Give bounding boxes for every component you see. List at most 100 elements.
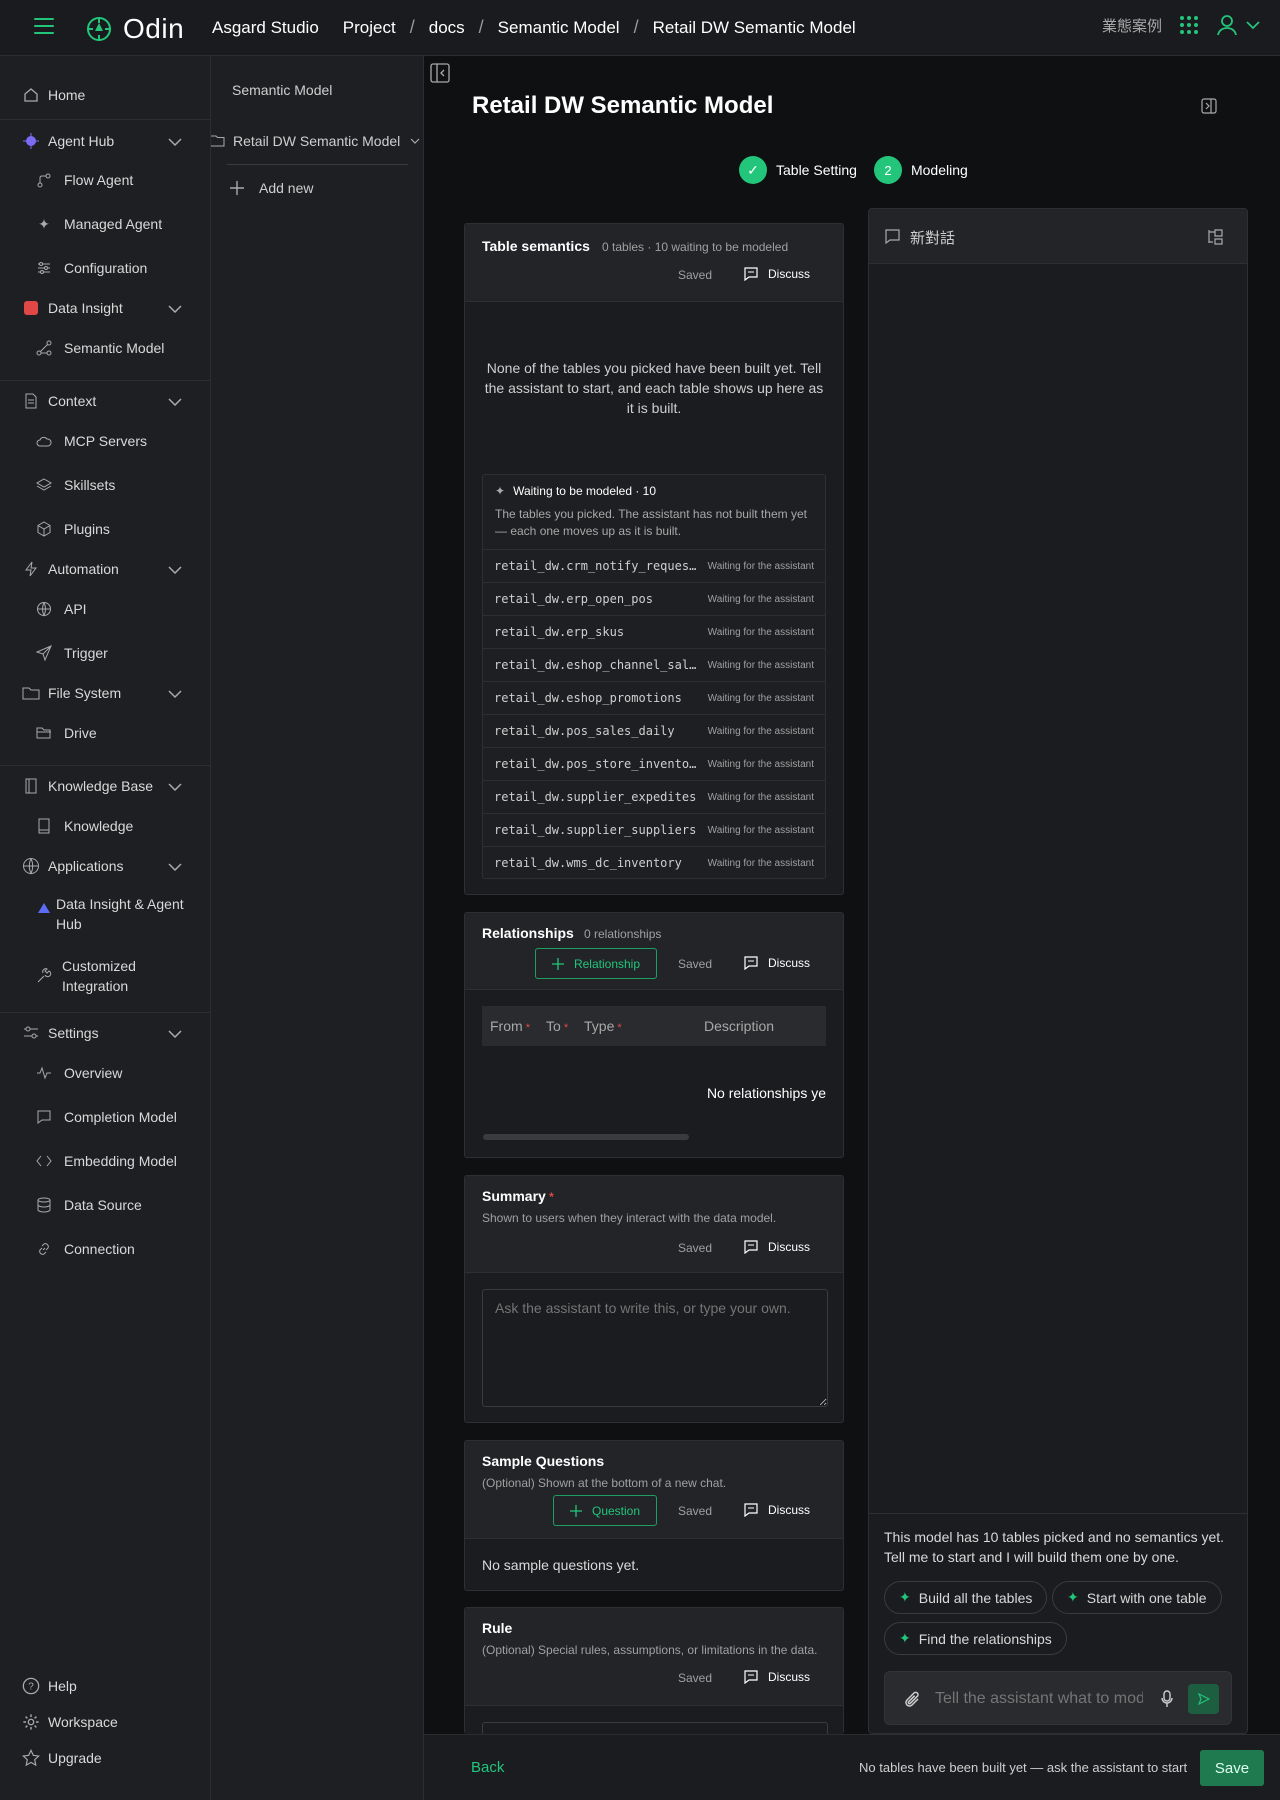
discuss-label: Discuss xyxy=(768,956,811,970)
sidebar-item-customized-integration[interactable]: Customized Integration xyxy=(0,954,211,998)
chip-find-relationships[interactable]: ✦ Find the relationships xyxy=(884,1622,1067,1655)
table-name: retail_dw.crm_notify_requests xyxy=(494,559,699,573)
brand-logo[interactable]: Odin xyxy=(85,13,184,45)
sidebar-item-help[interactable]: ? Help xyxy=(0,1668,211,1704)
sidebar-item-data-insight[interactable]: Data Insight xyxy=(0,290,211,326)
discuss-button[interactable]: Discuss xyxy=(744,956,810,970)
step-table-setting[interactable]: ✓ Table Setting xyxy=(739,156,857,184)
sidebar: Home Agent Hub Flow Agent ✦ Managed Agent… xyxy=(0,56,211,1800)
sidebar-item-applications[interactable]: Applications xyxy=(0,848,211,884)
sidebar-item-file-system[interactable]: File System xyxy=(0,675,211,711)
chevron-down-icon[interactable] xyxy=(168,1025,182,1041)
table-row[interactable]: retail_dw.supplier_suppliers Waiting for … xyxy=(482,813,826,846)
sidebar-item-context[interactable]: Context xyxy=(0,383,211,419)
sidebar-item-workspace[interactable]: Workspace xyxy=(0,1704,211,1740)
chevron-down-icon[interactable] xyxy=(168,778,182,794)
sidebar-item-knowledge[interactable]: Knowledge xyxy=(0,808,211,844)
sidebar-item-configuration[interactable]: Configuration xyxy=(0,250,211,286)
discuss-button[interactable]: Discuss xyxy=(744,1670,810,1684)
link-icon xyxy=(35,1240,53,1258)
table-row[interactable]: retail_dw.eshop_promotions Waiting for th… xyxy=(482,681,826,714)
chevron-down-icon[interactable] xyxy=(168,393,182,409)
folder-icon xyxy=(22,684,40,702)
sidebar-item-label: Semantic Model xyxy=(64,340,165,356)
table-semantics-card: Table semantics 0 tables · 10 waiting to… xyxy=(464,223,844,895)
sidebar-item-home[interactable]: Home xyxy=(0,77,211,113)
sidebar-item-agent-hub[interactable]: Agent Hub xyxy=(0,123,211,159)
chip-build-all-tables[interactable]: ✦ Build all the tables xyxy=(884,1581,1048,1614)
studio-name[interactable]: Asgard Studio xyxy=(212,18,319,38)
sidebar-item-overview[interactable]: Overview xyxy=(0,1055,211,1091)
table-row[interactable]: retail_dw.wms_dc_inventory Waiting for th… xyxy=(482,846,826,879)
semantic-model-tree: Semantic Model Retail DW Semantic Model … xyxy=(211,56,424,1800)
discuss-button[interactable]: Discuss xyxy=(744,267,810,281)
table-row[interactable]: retail_dw.supplier_expedites Waiting for … xyxy=(482,780,826,813)
sidebar-item-automation[interactable]: Automation xyxy=(0,551,211,587)
sidebar-item-knowledge-base[interactable]: Knowledge Base xyxy=(0,768,211,804)
sidebar-item-connection[interactable]: Connection xyxy=(0,1231,211,1267)
chevron-down-icon[interactable] xyxy=(168,133,182,149)
rule-textarea[interactable] xyxy=(482,1722,828,1734)
sidebar-item-label: Applications xyxy=(48,858,124,874)
table-name: retail_dw.erp_open_pos xyxy=(494,592,653,606)
sidebar-item-label: Drive xyxy=(64,725,97,741)
chevron-down-icon[interactable] xyxy=(168,858,182,874)
add-question-button[interactable]: Question xyxy=(553,1495,657,1526)
collapse-panel-icon[interactable] xyxy=(430,63,450,83)
table-row[interactable]: retail_dw.pos_store_inventory Waiting for… xyxy=(482,747,826,780)
sidebar-item-skillsets[interactable]: Skillsets xyxy=(0,467,211,503)
case-link[interactable]: 業態案例 xyxy=(1102,15,1162,36)
add-new-button[interactable]: Add new xyxy=(229,180,313,196)
table-row[interactable]: retail_dw.erp_open_pos Waiting for the as… xyxy=(482,582,826,615)
table-row[interactable]: retail_dw.erp_skus Waiting for the assist… xyxy=(482,615,826,648)
discuss-button[interactable]: Discuss xyxy=(744,1503,810,1517)
summary-textarea[interactable] xyxy=(482,1289,828,1407)
user-menu[interactable] xyxy=(1216,14,1260,36)
expand-panel-icon[interactable] xyxy=(1201,98,1217,114)
sidebar-item-plugins[interactable]: Plugins xyxy=(0,511,211,547)
chevron-down-icon[interactable] xyxy=(168,685,182,701)
paperclip-icon[interactable] xyxy=(905,1691,921,1709)
breadcrumb-project[interactable]: Project xyxy=(343,18,396,38)
chevron-down-icon[interactable] xyxy=(168,561,182,577)
sliders-icon xyxy=(35,259,53,277)
back-button[interactable]: Back xyxy=(471,1759,504,1776)
save-button[interactable]: Save xyxy=(1200,1750,1264,1786)
sidebar-item-mcp-servers[interactable]: MCP Servers xyxy=(0,423,211,459)
chat-input[interactable] xyxy=(935,1687,1143,1711)
table-row[interactable]: retail_dw.pos_sales_daily Waiting for the… xyxy=(482,714,826,747)
sidebar-item-embedding-model[interactable]: Embedding Model xyxy=(0,1143,211,1179)
chevron-down-icon[interactable] xyxy=(168,300,182,316)
sidebar-item-settings[interactable]: Settings xyxy=(0,1015,211,1051)
hamburger-menu-icon[interactable] xyxy=(34,18,54,36)
apps-grid-icon[interactable] xyxy=(1180,16,1198,34)
send-button[interactable] xyxy=(1188,1684,1219,1714)
sidebar-item-upgrade[interactable]: Upgrade xyxy=(0,1740,211,1776)
sidebar-item-data-source[interactable]: Data Source xyxy=(0,1187,211,1223)
relationships-card: Relationships 0 relationships Relationsh… xyxy=(464,912,844,1158)
breadcrumb-separator: / xyxy=(409,17,415,37)
sidebar-item-flow-agent[interactable]: Flow Agent xyxy=(0,162,211,198)
microphone-icon[interactable] xyxy=(1161,1690,1173,1708)
triangle-icon xyxy=(35,899,53,917)
breadcrumb-docs[interactable]: docs xyxy=(429,18,465,38)
sidebar-item-trigger[interactable]: Trigger xyxy=(0,635,211,671)
discuss-button[interactable]: Discuss xyxy=(744,1240,810,1254)
table-name: retail_dw.eshop_promotions xyxy=(494,691,682,705)
chevron-down-icon[interactable] xyxy=(410,138,420,144)
sidebar-item-semantic-model[interactable]: Semantic Model xyxy=(0,330,211,366)
breadcrumb-semantic-model[interactable]: Semantic Model xyxy=(498,18,620,38)
sidebar-item-drive[interactable]: Drive xyxy=(0,715,211,751)
table-row[interactable]: retail_dw.eshop_channel_sales Waiting for… xyxy=(482,648,826,681)
sidebar-item-completion-model[interactable]: Completion Model xyxy=(0,1099,211,1135)
sidebar-item-managed-agent[interactable]: ✦ Managed Agent xyxy=(0,206,211,242)
chip-start-with-one-table[interactable]: ✦ Start with one table xyxy=(1052,1581,1222,1614)
step-modeling[interactable]: 2 Modeling xyxy=(873,156,968,184)
horizontal-scrollbar[interactable] xyxy=(483,1134,689,1140)
sidebar-item-api[interactable]: API xyxy=(0,591,211,627)
add-relationship-button[interactable]: Relationship xyxy=(535,948,657,979)
sidebar-item-data-insight-agent-hub[interactable]: Data Insight & Agent Hub xyxy=(0,892,211,936)
tree-item-retail-dw[interactable]: Retail DW Semantic Model xyxy=(211,126,424,156)
history-icon[interactable] xyxy=(1207,228,1225,246)
table-row[interactable]: retail_dw.crm_notify_requests Waiting for… xyxy=(482,549,826,582)
